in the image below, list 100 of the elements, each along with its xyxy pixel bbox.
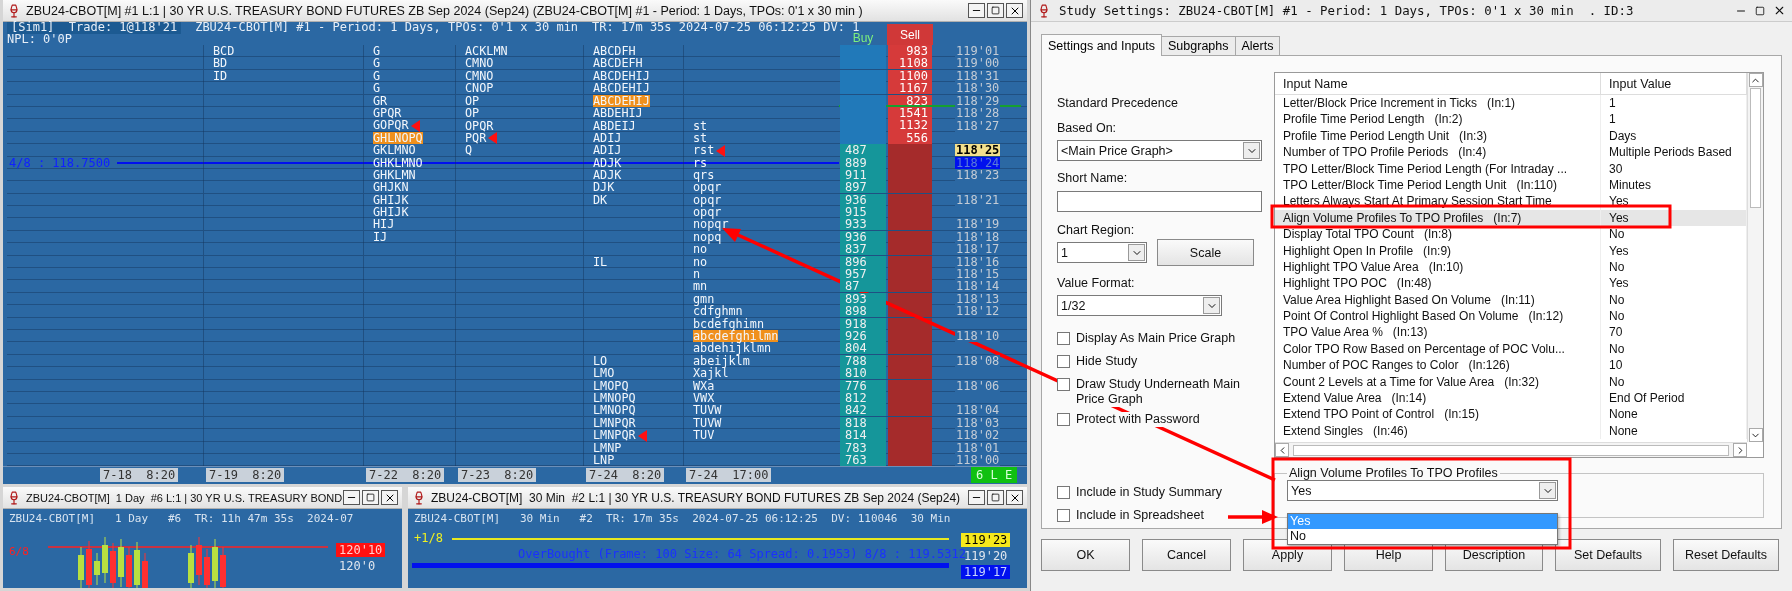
study-option-checkbox[interactable]: Display As Main Price Graph (1057, 331, 1236, 346)
study-label: OverBought (Frame: 100 Size: 64 Spread: 0.1953) 8/8 : 119.5312 (518, 547, 966, 561)
study-option-checkbox[interactable]: Include in Spreadsheet (1057, 508, 1204, 523)
bid-volume-cell: 487 (840, 144, 886, 157)
ask-volume-cell (888, 367, 932, 380)
maximize-button[interactable] (987, 490, 1004, 505)
minimize-button[interactable] (343, 490, 360, 505)
close-button[interactable] (1006, 3, 1023, 18)
dialog-button[interactable]: Reset Defaults (1673, 539, 1779, 571)
ask-volume-cell (888, 181, 932, 194)
table-cell: Profile Time Period Length (In:2) (1275, 111, 1601, 128)
dialog-button[interactable]: OK (1041, 539, 1130, 571)
input-field[interactable] (1057, 191, 1262, 212)
study-option-checkbox[interactable]: Protect with Password (1057, 412, 1200, 427)
scale-button[interactable]: Scale (1157, 239, 1254, 266)
select-field[interactable]: 1/32 (1057, 295, 1222, 316)
candlestick (102, 536, 108, 584)
tpo-letters: bcdefghimn (693, 317, 765, 330)
tpo-letters: GHIJK (373, 193, 409, 206)
date-label: 7-24 8:20 (586, 468, 665, 483)
select-field[interactable]: Yes (1287, 480, 1558, 501)
window-title: ZBU24-CBOT[M] 30 Min #2 L:1 | 30 YR U.S. TREASURY BOND FUTURES ZB Sep 2024 (Sep24) (431, 490, 962, 505)
caret-icon (1243, 142, 1260, 159)
bid-volume-cell: 898 (840, 305, 886, 318)
tpo-letters: opqr (693, 181, 722, 194)
price-label: 118'02 (955, 429, 1001, 442)
tpo-letters: no (693, 255, 708, 268)
checkbox-square[interactable] (1057, 509, 1070, 522)
tpo-letters: LMNP (593, 441, 622, 454)
tpo-letters: cdfghmn (693, 305, 743, 318)
checkbox-square[interactable] (1057, 486, 1070, 499)
table-cell: Display Total TPO Count (In:8) (1275, 226, 1601, 243)
tpo-letters: BCD (213, 45, 235, 57)
date-label: 7-19 8:20 (206, 468, 285, 483)
dialog-button[interactable]: Cancel (1142, 539, 1231, 571)
tpo-letters: Q (465, 144, 473, 157)
candlestick (134, 541, 140, 588)
tab[interactable]: Settings and Inputs (1041, 34, 1163, 56)
tpo-letters: ADIJ (593, 144, 622, 157)
bid-volume-cell (840, 57, 886, 70)
tab[interactable]: Alerts (1234, 36, 1281, 56)
vertical-scrollbar[interactable] (1747, 73, 1763, 442)
checkbox-square[interactable] (1057, 332, 1070, 345)
tpo-letters: GPQR (373, 106, 402, 119)
tab[interactable]: Subgraphs (1161, 36, 1236, 56)
minimize-button[interactable] (968, 3, 985, 18)
scrollbar-thumb[interactable] (1293, 444, 1729, 456)
tpo-letters: opqr (693, 206, 722, 219)
price-label: 120'0 (338, 559, 377, 573)
annotation-arrow (1228, 510, 1278, 524)
bid-volume-cell: 957 (840, 268, 886, 281)
close-button[interactable] (381, 490, 398, 505)
ask-volume-cell: 1132 (888, 119, 932, 132)
price-label: 118'17 (955, 243, 1001, 256)
close-button[interactable] (1006, 490, 1023, 505)
checkbox-square[interactable] (1057, 378, 1070, 391)
tpo-letters: OPQR (465, 119, 494, 132)
checkbox-square[interactable] (1057, 355, 1070, 368)
table-cell: Number of POC Ranges to Color (In:126) (1275, 357, 1601, 374)
study-option-checkbox[interactable]: Include in Study Summary (1057, 485, 1222, 500)
scroll-left-icon[interactable] (1275, 443, 1289, 457)
dialog-button[interactable]: Set Defaults (1555, 539, 1661, 571)
candlestick (94, 552, 100, 586)
checkbox-square[interactable] (1057, 413, 1070, 426)
tpo-letters: ADIJ (593, 132, 622, 144)
dropdown-option[interactable]: No (1288, 529, 1557, 544)
tpo-letters: GHIJK (373, 206, 409, 219)
select-field[interactable]: <Main Price Graph> (1057, 140, 1262, 161)
field-label: Chart Region: (1057, 223, 1136, 237)
tpo-letters: ABDEHIJ (593, 106, 643, 119)
candlestick (196, 536, 202, 586)
tpo-letters: ABCDEHIJ (593, 69, 650, 82)
minimize-button[interactable] (968, 490, 985, 505)
scroll-down-icon[interactable] (1748, 428, 1763, 442)
scroll-right-icon[interactable] (1733, 443, 1747, 457)
tpo-letters: GHJKN (373, 181, 409, 194)
table-cell: Extend TPO Point of Control (In:15) (1275, 406, 1601, 423)
ask-volume-cell: 1167 (888, 82, 932, 95)
wine-glass-icon (1037, 3, 1051, 18)
tpo-letters: st (693, 132, 708, 144)
ask-volume-cell (888, 218, 932, 231)
select-field[interactable]: 1 (1057, 242, 1147, 263)
tpo-letters: TUVW (693, 404, 722, 417)
scroll-up-icon[interactable] (1748, 73, 1763, 87)
buy-column-header: Buy (852, 31, 874, 45)
scrollbar-thumb[interactable] (1750, 88, 1761, 208)
sell-column-header: Sell (887, 24, 933, 45)
tpo-letters: ABCDFH (593, 45, 636, 57)
bid-volume-cell: 915 (840, 206, 886, 219)
horizontal-scrollbar[interactable] (1275, 442, 1747, 457)
close-icon[interactable] (1773, 4, 1786, 17)
maximize-icon[interactable] (1755, 5, 1765, 16)
field-label: Based On: (1057, 121, 1118, 135)
maximize-button[interactable] (362, 490, 379, 505)
tpo-letters: DK (593, 193, 608, 206)
tpo-letters: G (373, 57, 381, 70)
window-title: ZBU24-CBOT[M] #1 L:1 | 30 YR U.S. TREASURY BOND FUTURES ZB Sep 2024 (Sep24) (ZBU24-CBOT[M] #1 - Period: 1 Days, TPOs: 0'1 x 30 min ) (26, 3, 864, 18)
maximize-button[interactable] (987, 3, 1004, 18)
study-option-checkbox[interactable]: Hide Study (1057, 354, 1138, 369)
ask-volume-cell (888, 243, 932, 256)
